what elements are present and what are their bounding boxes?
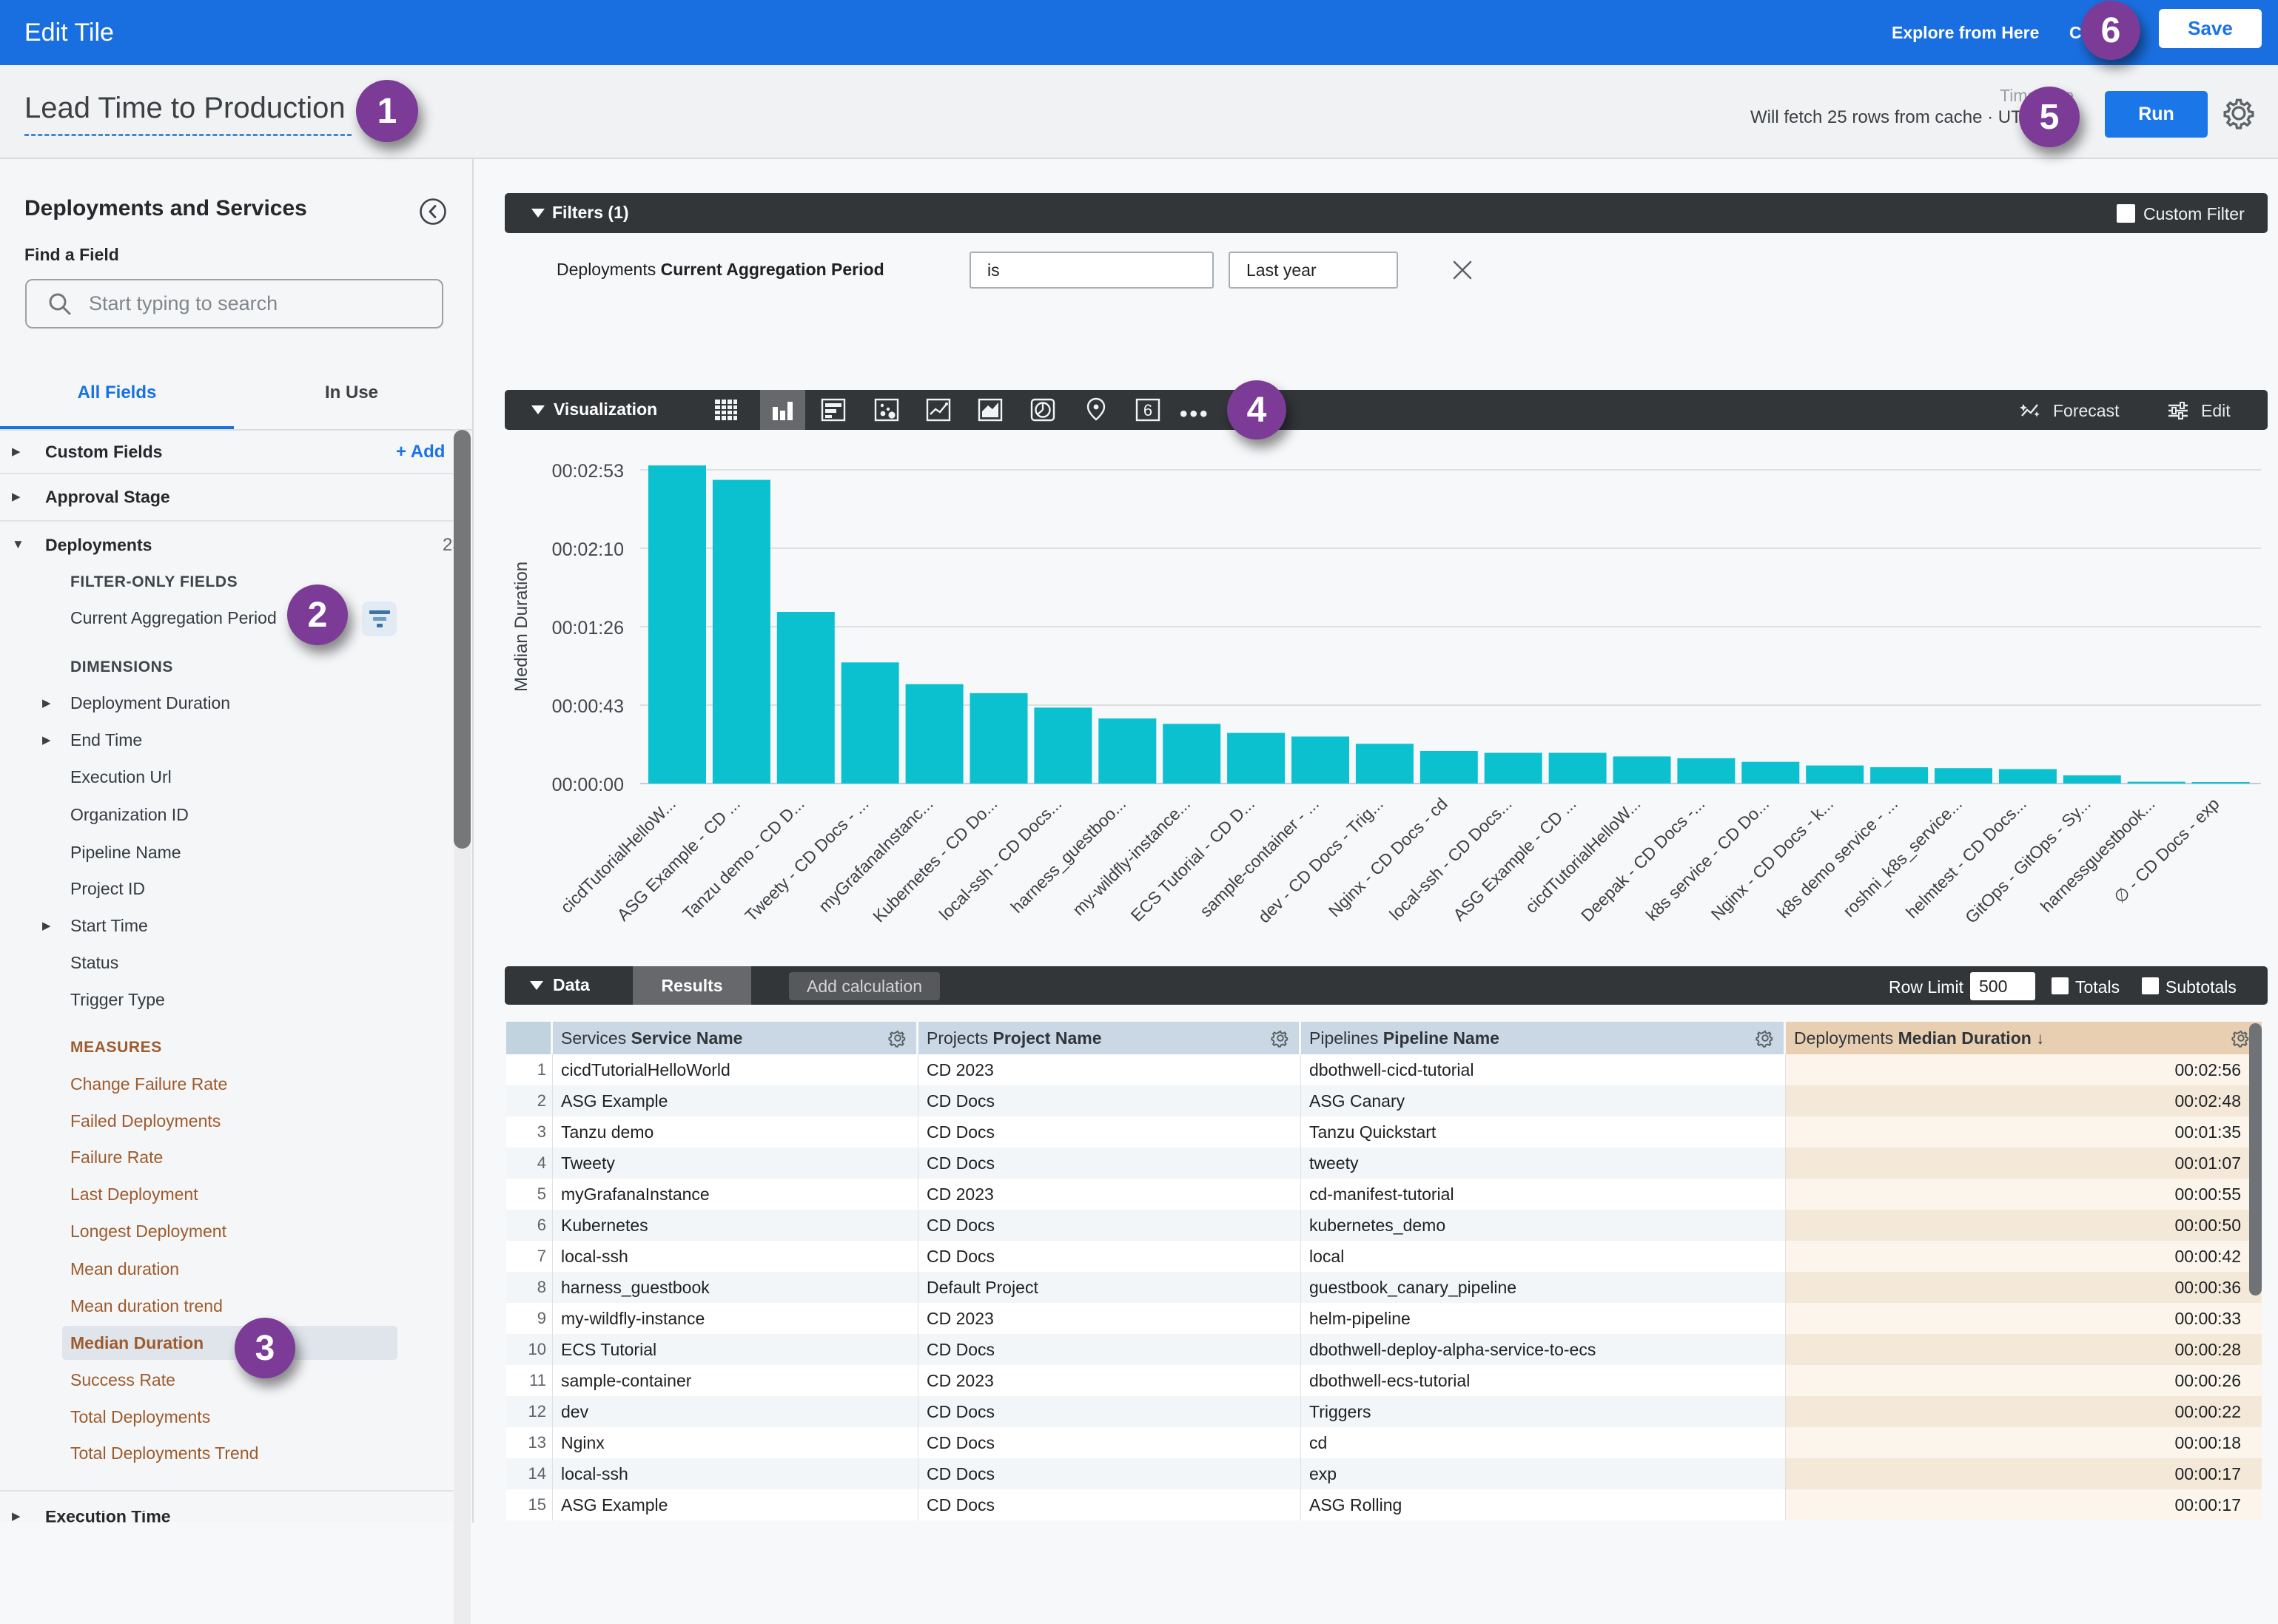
svg-text:k8s service - CD Do...: k8s service - CD Do...: [1642, 794, 1773, 925]
svg-text:my-wildfly-instance...: my-wildfly-instance...: [1069, 794, 1194, 919]
svg-text:cicdTutorialHelloW...: cicdTutorialHelloW...: [557, 794, 679, 917]
svg-text:Tanzu demo - CD D...: Tanzu demo - CD D...: [679, 794, 808, 923]
svg-text:00:00:43: 00:00:43: [552, 696, 624, 717]
svg-text:myGrafanaInstanc...: myGrafanaInstanc...: [815, 794, 937, 916]
svg-text:k8s demo service - ...: k8s demo service - ...: [1773, 794, 1901, 922]
svg-text:sample-container - ...: sample-container - ...: [1196, 794, 1323, 920]
svg-text:dev - CD Docs - Trig...: dev - CD Docs - Trig...: [1254, 794, 1387, 926]
svg-text:harnessguestbook...: harnessguestbook...: [2037, 794, 2159, 916]
svg-text:∅ - CD Docs - exp: ∅ - CD Docs - exp: [2110, 794, 2223, 907]
svg-text:Kubernetes - CD Do...: Kubernetes - CD Do...: [869, 794, 1001, 926]
svg-text:ECS Tutorial - CD D...: ECS Tutorial - CD D...: [1127, 794, 1258, 925]
svg-text:Nginx - CD Docs - cd: Nginx - CD Docs - cd: [1325, 794, 1451, 920]
svg-text:cicdTutorialHelloW...: cicdTutorialHelloW...: [1522, 794, 1644, 917]
svg-text:ASG Example - CD ...: ASG Example - CD ...: [613, 794, 744, 925]
svg-text:roshni_k8s_service...: roshni_k8s_service...: [1839, 794, 1966, 920]
svg-text:Tweety - CD Docs - ...: Tweety - CD Docs - ...: [741, 794, 872, 925]
svg-text:helmtest - CD Docs...: helmtest - CD Docs...: [1902, 794, 2030, 922]
svg-text:harness_guestboo...: harness_guestboo...: [1007, 794, 1130, 917]
svg-text:ASG Example - CD ...: ASG Example - CD ...: [1449, 794, 1580, 925]
svg-text:Nginx - CD Docs - k...: Nginx - CD Docs - k...: [1707, 794, 1838, 924]
svg-text:00:02:53: 00:02:53: [552, 461, 624, 482]
svg-text:local-ssh - CD Docs...: local-ssh - CD Docs...: [935, 794, 1066, 924]
svg-text:6: 6: [1143, 401, 1152, 420]
svg-text:Median Duration: Median Duration: [511, 562, 531, 692]
svg-text:00:02:10: 00:02:10: [552, 539, 624, 560]
svg-text:00:01:26: 00:01:26: [552, 618, 624, 639]
svg-text:Deepak - CD Docs -...: Deepak - CD Docs -...: [1577, 794, 1708, 925]
svg-text:00:00:00: 00:00:00: [552, 775, 624, 795]
svg-text:local-ssh - CD Docs...: local-ssh - CD Docs...: [1385, 794, 1516, 924]
svg-text:GitOps - GitOps - Sy...: GitOps - GitOps - Sy...: [1961, 794, 2094, 927]
